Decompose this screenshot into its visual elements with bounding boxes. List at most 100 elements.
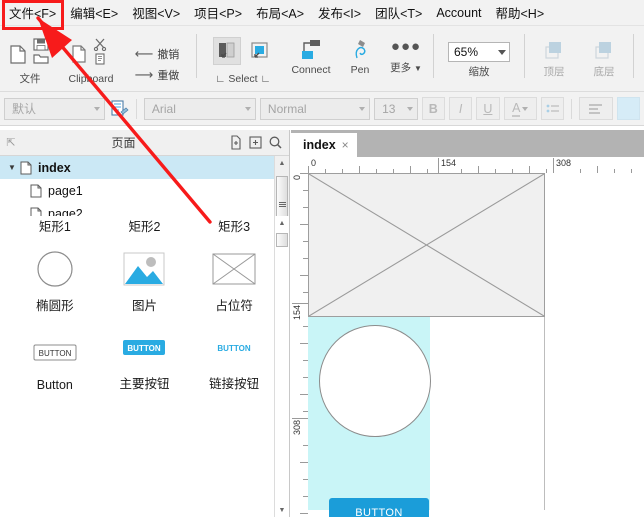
undo-label: 撤销 [157,49,180,61]
page-icon [18,161,34,175]
page-tree-item-index[interactable]: ▼ index [0,156,289,179]
paste-icon[interactable] [92,52,114,65]
copy-icon[interactable] [68,40,90,63]
toolbar-divider-3 [524,34,525,78]
select-mode-button[interactable] [212,37,241,65]
underline-button[interactable]: U [476,97,500,120]
bold-label: B [428,101,438,116]
zoom-select[interactable]: 65% [448,42,510,62]
style-select[interactable]: 默认 [4,97,105,120]
add-folder-icon[interactable] [245,133,265,153]
font-size-value: 13 [382,101,396,116]
bring-to-front-icon [542,38,566,62]
scroll-down-arrow-icon[interactable]: ▼ [275,503,289,517]
library-item-label: 图片 [131,299,157,313]
toolbar-group-file: 文件 [0,26,60,91]
font-color-label: A [512,100,521,117]
toolbar-group-history: ⟵ 撤销 ⟶ 重做 [122,26,192,91]
select-bracket-left: ∟ [215,73,226,85]
ellipse-shape[interactable] [319,325,431,437]
library-item-rect2[interactable]: 矩形2 [100,216,190,238]
menu-item-account[interactable]: Account [429,2,488,24]
bring-to-front-label: 顶层 [543,66,565,78]
menu-item-help[interactable]: 帮助<H> [489,0,552,26]
library-row-2: BUTTON Button BUTTON 主要按钮 BUTTON 链接按钮 [0,316,289,394]
font-size-select[interactable]: 13 [374,97,418,120]
search-icon[interactable] [265,133,285,153]
button-outline-thumb-icon: BUTTON [33,329,77,375]
tab-index[interactable]: index × [291,133,357,157]
menu-item-layout[interactable]: 布局<A> [249,0,311,26]
library-item-button[interactable]: BUTTON Button [10,316,100,394]
open-folder-icon[interactable] [31,52,53,65]
svg-text:BUTTON: BUTTON [128,344,161,353]
library-row-partial: 矩形1 矩形2 矩形3 [0,216,289,238]
library-item-placeholder[interactable]: 占位符 [189,238,279,316]
connect-icon [298,38,324,62]
menu-item-file[interactable]: 文件<F> [2,0,63,26]
redo-label: 重做 [157,70,180,82]
format-divider-2 [571,98,573,119]
library-item-rect3[interactable]: 矩形3 [189,216,279,238]
font-weight-select[interactable]: Normal [259,97,371,120]
menu-item-edit[interactable]: 编辑<E> [63,0,125,26]
align-left-icon [588,103,602,114]
toolbar-group-connect[interactable]: Connect [285,26,337,91]
svg-text:BUTTON: BUTTON [218,344,251,353]
menu-item-project[interactable]: 项目<P> [187,0,249,26]
ruler-v-label-308: 308 [292,420,302,436]
bullet-list-button[interactable] [541,97,565,120]
clipboard-group-label: Clipboard [68,73,114,85]
collapse-icon[interactable]: ⇱ [0,136,22,149]
more-caret-icon: ▼ [414,64,422,73]
ruler-label-0: 0 [311,158,317,168]
send-to-back-icon [592,38,616,62]
new-file-icon[interactable] [7,40,29,64]
toolbar-group-pen[interactable]: Pen [337,26,383,91]
align-extra-button[interactable] [616,97,640,120]
library-item-image[interactable]: 图片 [100,238,190,316]
send-to-back-label: 底层 [593,66,615,78]
font-color-button[interactable]: A [503,97,538,120]
font-family-select[interactable]: Arial [143,97,256,120]
scrollbar-thumb[interactable] [276,233,288,247]
chevron-down-icon [498,49,506,55]
toolbar-group-bring-front[interactable]: 顶层 [529,26,579,91]
libraries-scrollbar[interactable]: ▲ ▼ [274,216,289,517]
expand-triangle-icon[interactable]: ▼ [6,163,18,172]
add-page-icon[interactable] [225,133,245,153]
ellipse-thumb-icon [35,246,75,292]
undo-button[interactable]: ⟵ 撤销 [135,45,180,63]
canvas-button[interactable]: BUTTON [329,498,429,517]
menu-item-team[interactable]: 团队<T> [368,0,429,26]
cut-icon[interactable] [92,38,114,51]
close-icon[interactable]: × [342,138,349,152]
font-family-value: Arial [151,101,176,116]
design-canvas[interactable]: BUTTON [308,173,644,517]
library-item-link-button[interactable]: BUTTON 链接按钮 [189,316,279,394]
toolbar-group-more[interactable]: ●●● 更多 ▼ [383,26,429,91]
align-button[interactable] [579,97,613,120]
placeholder-box-shape[interactable] [308,173,545,317]
italic-button[interactable]: I [448,97,473,120]
save-icon[interactable] [31,37,53,51]
menu-item-view[interactable]: 视图<V> [125,0,187,26]
more-dots-icon: ●●● [390,38,422,55]
bold-button[interactable]: B [421,97,445,120]
page-tree-item-page1[interactable]: page1 [0,179,289,202]
scroll-up-arrow-icon[interactable]: ▲ [275,216,289,230]
library-item-ellipse[interactable]: 椭圆形 [10,238,100,316]
library-row-1: 椭圆形 图片 占位符 [0,238,289,316]
redo-button[interactable]: ⟶ 重做 [135,66,180,84]
toolbar-group-clipboard: Clipboard [60,26,122,91]
vertical-ruler: 0 154 308 2 [291,173,309,517]
toolbar-group-send-back[interactable]: 底层 [579,26,629,91]
library-item-primary-button[interactable]: BUTTON 主要按钮 [100,316,190,394]
menu-item-publish[interactable]: 发布<I> [311,0,368,26]
pages-panel-header: ⇱ 页面 [0,130,289,156]
scroll-up-arrow-icon[interactable]: ▲ [275,156,289,170]
scrollbar-grip [278,202,286,208]
select-container-button[interactable] [246,37,274,65]
style-edit-icon[interactable] [109,99,129,119]
library-item-rect1[interactable]: 矩形1 [10,216,100,238]
